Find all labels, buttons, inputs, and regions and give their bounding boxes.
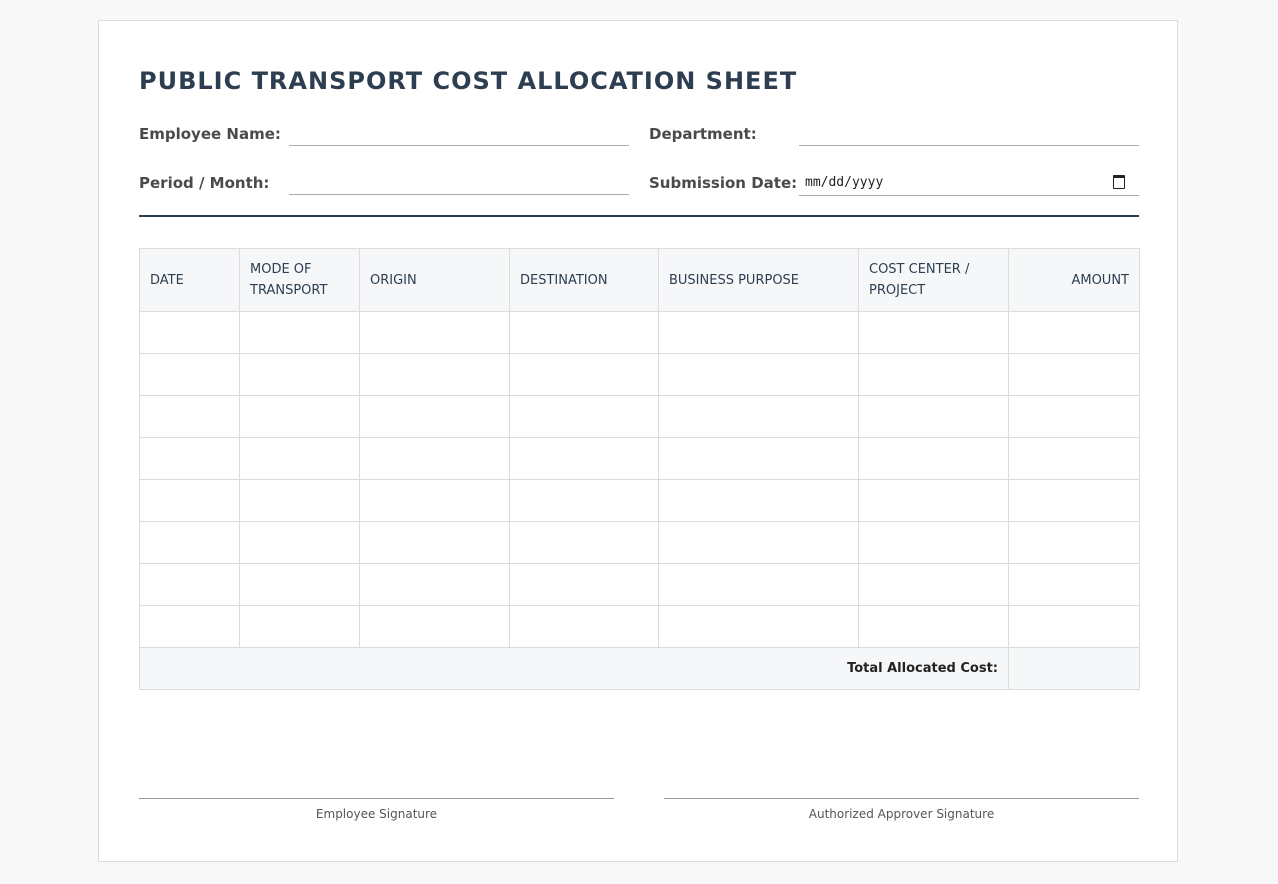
column-header-purpose: BUSINESS PURPOSE xyxy=(658,248,859,312)
submission-date-label: Submission Date: xyxy=(649,174,798,192)
table-cell[interactable] xyxy=(359,563,510,606)
table-row xyxy=(139,395,1140,438)
table-cell[interactable] xyxy=(139,311,240,354)
table-cell[interactable] xyxy=(139,395,240,438)
table-row xyxy=(139,563,1140,606)
page-title: PUBLIC TRANSPORT COST ALLOCATION SHEET xyxy=(139,67,798,95)
employee-signature-label: Employee Signature xyxy=(315,807,438,821)
table-cell[interactable] xyxy=(1008,479,1140,522)
table-cell[interactable] xyxy=(858,563,1009,606)
table-cell[interactable] xyxy=(239,605,360,648)
table-cell[interactable] xyxy=(858,395,1009,438)
table-row xyxy=(139,437,1140,480)
transport-cost-table: DATE MODE OF TRANSPORT ORIGIN DESTINATIO… xyxy=(139,248,1140,690)
table-row xyxy=(139,353,1140,396)
table-cell[interactable] xyxy=(1008,521,1140,564)
table-cell[interactable] xyxy=(858,479,1009,522)
table-cell[interactable] xyxy=(239,437,360,480)
table-cell[interactable] xyxy=(509,605,659,648)
table-cell[interactable] xyxy=(239,353,360,396)
table-cell[interactable] xyxy=(658,479,859,522)
table-cell[interactable] xyxy=(1008,395,1140,438)
table-cell[interactable] xyxy=(658,395,859,438)
table-cell[interactable] xyxy=(239,521,360,564)
table-cell[interactable] xyxy=(658,437,859,480)
table-cell[interactable] xyxy=(1008,563,1140,606)
table-cell[interactable] xyxy=(858,311,1009,354)
table-cell[interactable] xyxy=(239,563,360,606)
table-cell[interactable] xyxy=(658,563,859,606)
table-cell[interactable] xyxy=(359,605,510,648)
table-cell[interactable] xyxy=(509,563,659,606)
total-label: Total Allocated Cost: xyxy=(139,647,1009,690)
table-cell[interactable] xyxy=(359,521,510,564)
submission-date-value: mm/dd/yyyy xyxy=(805,174,884,190)
table-cell[interactable] xyxy=(658,353,859,396)
table-cell[interactable] xyxy=(239,395,360,438)
table-cell[interactable] xyxy=(658,521,859,564)
period-field[interactable] xyxy=(289,171,629,195)
table-cell[interactable] xyxy=(509,395,659,438)
employee-signature-line[interactable] xyxy=(139,798,614,799)
table-cell[interactable] xyxy=(239,311,360,354)
table-cell[interactable] xyxy=(359,311,510,354)
table-row xyxy=(139,311,1140,354)
total-value[interactable] xyxy=(1008,647,1140,690)
table-row xyxy=(139,479,1140,522)
calendar-icon[interactable] xyxy=(1113,175,1125,189)
table-cell[interactable] xyxy=(858,605,1009,648)
column-header-origin: ORIGIN xyxy=(359,248,510,312)
table-cell[interactable] xyxy=(359,395,510,438)
table-cell[interactable] xyxy=(139,479,240,522)
table-cell[interactable] xyxy=(509,521,659,564)
table-cell[interactable] xyxy=(509,437,659,480)
department-label: Department: xyxy=(649,125,757,143)
table-cell[interactable] xyxy=(1008,353,1140,396)
table-cell[interactable] xyxy=(1008,605,1140,648)
approver-signature-label: Authorized Approver Signature xyxy=(808,807,995,821)
table-cell[interactable] xyxy=(1008,437,1140,480)
table-cell[interactable] xyxy=(359,437,510,480)
table-cell[interactable] xyxy=(509,353,659,396)
table-cell[interactable] xyxy=(658,605,859,648)
table-cell[interactable] xyxy=(658,311,859,354)
approver-signature-line[interactable] xyxy=(664,798,1139,799)
column-header-amount: AMOUNT xyxy=(1008,248,1140,312)
table-cell[interactable] xyxy=(139,353,240,396)
table-cell[interactable] xyxy=(139,521,240,564)
table-cell[interactable] xyxy=(139,563,240,606)
table-cell[interactable] xyxy=(359,353,510,396)
column-header-mode: MODE OF TRANSPORT xyxy=(239,248,360,312)
table-cell[interactable] xyxy=(139,437,240,480)
table-cell[interactable] xyxy=(858,521,1009,564)
table-cell[interactable] xyxy=(1008,311,1140,354)
table-row xyxy=(139,521,1140,564)
column-header-cost-center: COST CENTER / PROJECT xyxy=(858,248,1009,312)
allocation-sheet: PUBLIC TRANSPORT COST ALLOCATION SHEET E… xyxy=(98,20,1178,862)
column-header-date: DATE xyxy=(139,248,240,312)
table-cell[interactable] xyxy=(239,479,360,522)
department-field[interactable] xyxy=(799,122,1139,146)
header-divider xyxy=(139,215,1139,217)
table-header-row: DATE MODE OF TRANSPORT ORIGIN DESTINATIO… xyxy=(139,248,1140,312)
table-cell[interactable] xyxy=(858,437,1009,480)
table-cell[interactable] xyxy=(858,353,1009,396)
table-cell[interactable] xyxy=(509,311,659,354)
table-cell[interactable] xyxy=(509,479,659,522)
table-row xyxy=(139,605,1140,648)
column-header-destination: DESTINATION xyxy=(509,248,659,312)
table-cell[interactable] xyxy=(139,605,240,648)
submission-date-field[interactable]: mm/dd/yyyy xyxy=(799,169,1139,196)
total-row: Total Allocated Cost: xyxy=(139,647,1140,690)
period-label: Period / Month: xyxy=(139,174,270,192)
employee-name-field[interactable] xyxy=(289,122,629,146)
employee-name-label: Employee Name: xyxy=(139,125,281,143)
table-cell[interactable] xyxy=(359,479,510,522)
